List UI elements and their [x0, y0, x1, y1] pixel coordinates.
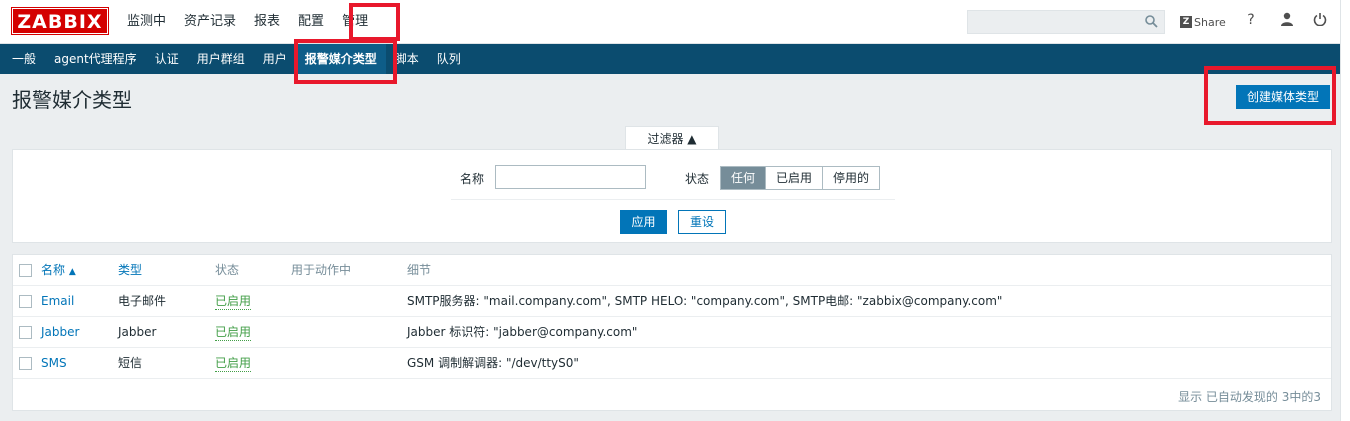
- share-label: Share: [1194, 15, 1226, 29]
- row-checkbox[interactable]: [19, 357, 32, 370]
- filter-name-label: 名称: [460, 172, 485, 186]
- main-menu: 监测中 资产记录 报表 配置 管理: [118, 0, 377, 44]
- subnav-scripts[interactable]: 脚本: [386, 44, 428, 74]
- menu-configuration[interactable]: 配置: [289, 0, 333, 44]
- status-toggle-link[interactable]: 已启用: [215, 324, 252, 341]
- name-column-header[interactable]: 名称 ▲: [41, 255, 76, 285]
- sign-out-icon[interactable]: [1311, 12, 1329, 32]
- filter-toggle-tab[interactable]: 过滤器 ▲: [625, 126, 719, 150]
- subnav-user-groups[interactable]: 用户群组: [188, 44, 254, 74]
- subnav-queue[interactable]: 队列: [428, 44, 470, 74]
- subnav-users[interactable]: 用户: [254, 44, 296, 74]
- media-type-details: GSM 调制解调器: "/dev/ttyS0": [407, 356, 579, 370]
- row-checkbox[interactable]: [19, 326, 32, 339]
- status-radio-group: 任何 已启用 停用的: [720, 166, 881, 190]
- share-link[interactable]: Z Share: [1180, 13, 1226, 31]
- menu-monitoring[interactable]: 监测中: [118, 0, 175, 44]
- select-all-checkbox[interactable]: [19, 264, 32, 277]
- media-type-type: 短信: [118, 356, 143, 370]
- status-enabled-option[interactable]: 已启用: [766, 167, 824, 189]
- media-type-type: 电子邮件: [118, 294, 167, 308]
- user-profile-icon[interactable]: [1278, 12, 1296, 32]
- zabbix-share-icon: Z: [1180, 16, 1192, 28]
- filter-status-label: 状态: [685, 172, 710, 186]
- adjacent-window-edge: [1340, 0, 1350, 421]
- media-type-name-link[interactable]: Jabber: [41, 317, 79, 347]
- media-type-type: Jabber: [118, 325, 157, 339]
- status-disabled-option[interactable]: 停用的: [823, 167, 880, 189]
- menu-inventory[interactable]: 资产记录: [175, 0, 245, 44]
- page-title: 报警媒介类型: [12, 88, 132, 112]
- status-any-option[interactable]: 任何: [721, 167, 767, 189]
- status-cell: 已启用: [215, 317, 252, 347]
- status-cell: 已启用: [215, 348, 252, 378]
- status-cell: 已启用: [215, 286, 252, 316]
- sort-ascending-icon: ▲: [68, 267, 76, 277]
- media-type-name-link[interactable]: SMS: [41, 348, 67, 378]
- help-icon[interactable]: ?: [1242, 12, 1260, 32]
- search-icon[interactable]: [1145, 15, 1158, 31]
- name-header-label: 名称: [41, 263, 66, 277]
- filter-name-input[interactable]: [495, 165, 646, 189]
- media-type-name-link[interactable]: Email: [41, 286, 74, 316]
- global-search-input[interactable]: [967, 10, 1165, 34]
- type-column-header[interactable]: 类型: [118, 255, 142, 285]
- subnav-media-types[interactable]: 报警媒介类型: [295, 44, 386, 74]
- subnav-proxies[interactable]: agent代理程序: [45, 44, 146, 74]
- subnav-general[interactable]: 一般: [3, 44, 45, 74]
- table-record-count: 显示 已自动发现的 3中的3: [1178, 390, 1321, 404]
- media-type-details: Jabber 标识符: "jabber@company.com": [407, 325, 638, 339]
- apply-button[interactable]: 应用: [620, 210, 667, 234]
- table-row: Jabber Jabber 已启用 Jabber 标识符: "jabber@co…: [13, 317, 1331, 348]
- table-row: Email 电子邮件 已启用 SMTP服务器: "mail.company.co…: [13, 286, 1331, 317]
- table-row: SMS 短信 已启用 GSM 调制解调器: "/dev/ttyS0": [13, 348, 1331, 379]
- used-in-actions-column-header: 用于动作中: [291, 263, 352, 277]
- media-types-table: 名称 ▲ 类型 状态 用于动作中 细节 Email 电子邮件 已启用 SMTP服…: [12, 254, 1332, 411]
- filter-divider: [451, 199, 895, 200]
- menu-administration[interactable]: 管理: [333, 0, 377, 44]
- filter-panel: 名称 状态 任何 已启用 停用的 应用 重设: [12, 149, 1332, 243]
- sub-navigation: 一般 agent代理程序 认证 用户群组 用户 报警媒介类型 脚本 队列: [0, 44, 1340, 74]
- table-header-row: 名称 ▲ 类型 状态 用于动作中 细节: [13, 255, 1331, 286]
- create-media-type-button[interactable]: 创建媒体类型: [1236, 85, 1330, 109]
- row-checkbox[interactable]: [19, 295, 32, 308]
- menu-reports[interactable]: 报表: [245, 0, 289, 44]
- reset-button[interactable]: 重设: [678, 210, 726, 234]
- top-header: ZABBIX 监测中 资产记录 报表 配置 管理 Z Share ?: [0, 0, 1340, 44]
- status-toggle-link[interactable]: 已启用: [215, 293, 252, 310]
- subnav-authentication[interactable]: 认证: [146, 44, 188, 74]
- status-column-header: 状态: [215, 263, 240, 277]
- zabbix-logo[interactable]: ZABBIX: [11, 7, 109, 35]
- details-column-header: 细节: [407, 263, 432, 277]
- status-toggle-link[interactable]: 已启用: [215, 355, 252, 372]
- media-type-details: SMTP服务器: "mail.company.com", SMTP HELO: …: [407, 294, 1003, 308]
